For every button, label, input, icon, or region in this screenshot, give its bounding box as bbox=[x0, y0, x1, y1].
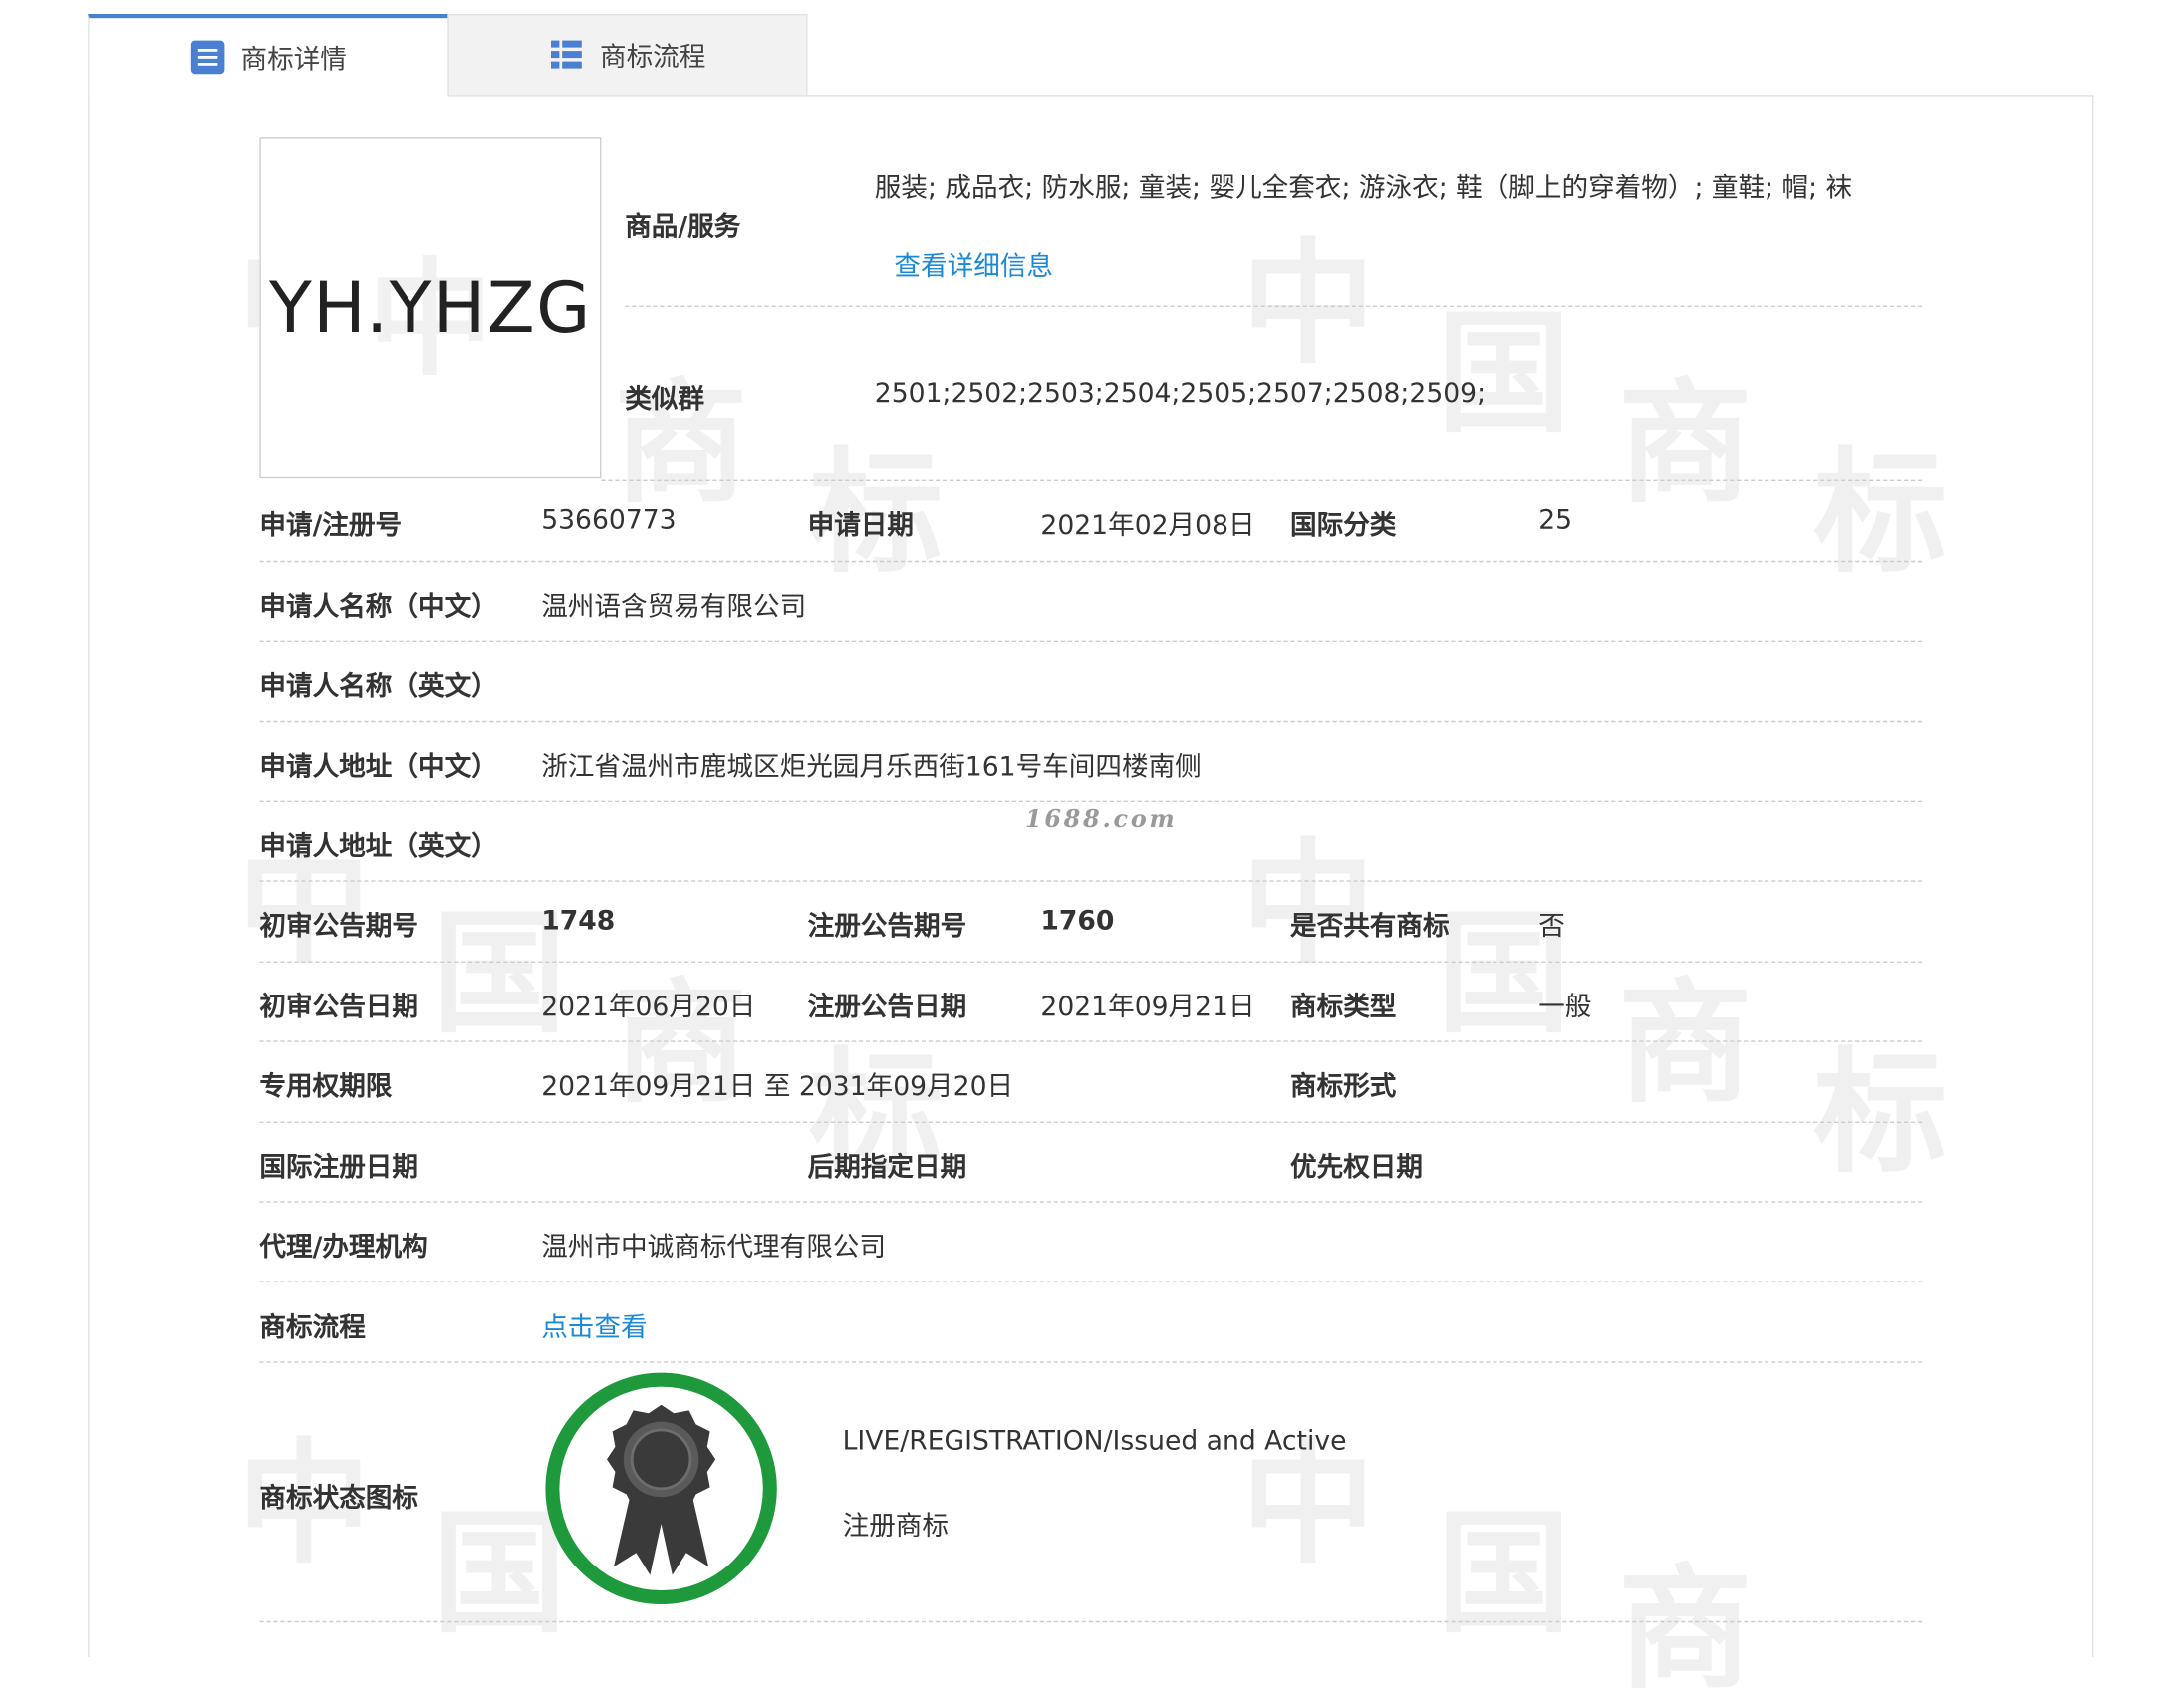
view-process-link[interactable]: 点击查看 bbox=[541, 1307, 647, 1345]
shared-label: 是否共有商标 bbox=[1290, 911, 1450, 942]
apply-date-value: 2021年02月08日 bbox=[1040, 510, 1255, 542]
intl-reg-date-label: 国际注册日期 bbox=[259, 1152, 419, 1184]
status-cn-text: 注册商标 bbox=[842, 1511, 950, 1542]
address-cn-label: 申请人地址（中文） bbox=[259, 751, 498, 783]
award-ribbon-icon bbox=[544, 1371, 778, 1605]
applicant-en-label: 申请人名称（英文） bbox=[259, 671, 498, 703]
tab-trademark-details[interactable]: 商标详情 bbox=[88, 14, 448, 97]
divider bbox=[259, 1361, 1923, 1363]
tm-type-label: 商标类型 bbox=[1290, 992, 1397, 1023]
tab-divider bbox=[447, 95, 2094, 97]
similar-group-value: 2501;2502;2503;2504;2505;2507;2508;2509; bbox=[874, 378, 1487, 410]
tab-label: 商标流程 bbox=[599, 42, 706, 73]
agent-label: 代理/办理机构 bbox=[259, 1232, 428, 1263]
later-designation-label: 后期指定日期 bbox=[807, 1152, 967, 1184]
grid-list-icon bbox=[550, 37, 586, 73]
reg-date-label: 注册公告日期 bbox=[807, 992, 967, 1023]
reg-no-label: 申请/注册号 bbox=[259, 510, 403, 542]
list-icon bbox=[190, 39, 226, 75]
process-label: 商标流程 bbox=[259, 1312, 366, 1344]
goods-services-value: 服装; 成品衣; 防水服; 童装; 婴儿全套衣; 游泳衣; 鞋（脚上的穿着物）;… bbox=[874, 172, 1853, 204]
reg-no-value: 53660773 bbox=[541, 504, 677, 536]
divider bbox=[259, 880, 1923, 882]
prelim-date-label: 初审公告日期 bbox=[259, 992, 419, 1023]
divider bbox=[259, 1040, 1923, 1042]
agent-value: 温州市中诚商标代理有限公司 bbox=[541, 1232, 887, 1263]
divider bbox=[259, 1620, 1923, 1623]
tm-type-value: 一般 bbox=[1538, 992, 1592, 1023]
exclusive-period-label: 专用权期限 bbox=[259, 1071, 393, 1102]
prelim-issue-label: 初审公告期号 bbox=[259, 911, 419, 942]
goods-services-label: 商品/服务 bbox=[625, 211, 741, 243]
exclusive-period-value: 2021年09月21日 至 2031年09月20日 bbox=[541, 1071, 1014, 1102]
status-label: 商标状态图标 bbox=[259, 1483, 419, 1514]
tab-label: 商标详情 bbox=[240, 44, 347, 75]
divider bbox=[259, 640, 1923, 642]
shared-value: 否 bbox=[1538, 911, 1565, 942]
prelim-issue-value: 1748 bbox=[541, 905, 616, 937]
intl-class-value: 25 bbox=[1538, 504, 1573, 536]
divider bbox=[625, 305, 1923, 307]
divider bbox=[259, 1121, 1923, 1123]
address-cn-value: 浙江省温州市鹿城区炬光园月乐西街161号车间四楼南侧 bbox=[541, 751, 1202, 783]
trademark-image: 中 YH.YHZG bbox=[259, 137, 602, 479]
tab-trademark-process[interactable]: 商标流程 bbox=[447, 14, 808, 96]
reg-date-value: 2021年09月21日 bbox=[1040, 992, 1255, 1023]
intl-class-label: 国际分类 bbox=[1290, 510, 1397, 542]
reg-issue-label: 注册公告期号 bbox=[807, 911, 967, 942]
applicant-cn-value: 温州语含贸易有限公司 bbox=[541, 591, 807, 623]
reg-issue-value: 1760 bbox=[1040, 905, 1115, 937]
divider bbox=[601, 479, 1923, 481]
view-details-link[interactable]: 查看详细信息 bbox=[894, 245, 1053, 283]
applicant-cn-label: 申请人名称（中文） bbox=[259, 591, 498, 623]
similar-group-label: 类似群 bbox=[625, 384, 705, 415]
divider bbox=[259, 1201, 1923, 1203]
priority-date-label: 优先权日期 bbox=[1290, 1152, 1424, 1184]
prelim-date-value: 2021年06月20日 bbox=[541, 992, 756, 1023]
status-text: LIVE/REGISTRATION/Issued and Active bbox=[842, 1425, 1347, 1457]
divider bbox=[259, 720, 1923, 723]
tm-form-label: 商标形式 bbox=[1290, 1071, 1397, 1102]
divider bbox=[259, 560, 1923, 563]
apply-date-label: 申请日期 bbox=[807, 510, 915, 542]
trademark-logo-text: YH.YHZG bbox=[268, 267, 592, 349]
page: 中 国 商 标 中 国 商 标 中 国 商 标 中 国 商 标 中 国 中 国 … bbox=[0, 0, 2176, 1696]
address-en-label: 申请人地址（英文） bbox=[259, 831, 498, 863]
divider bbox=[259, 800, 1923, 802]
divider bbox=[259, 961, 1923, 963]
